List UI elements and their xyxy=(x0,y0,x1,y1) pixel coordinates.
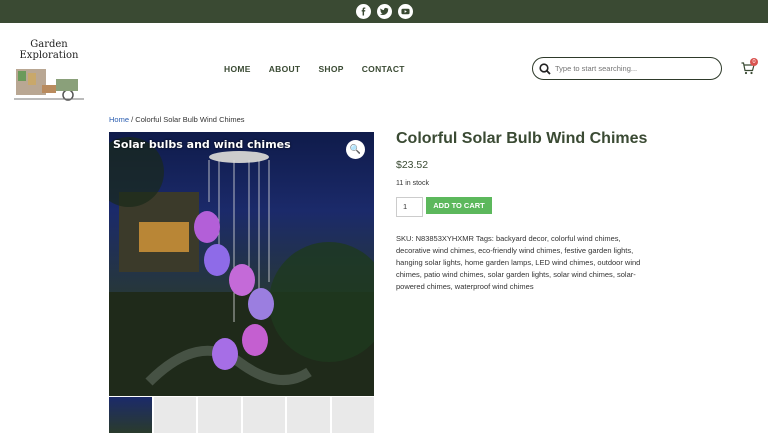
site-header: Garden Exploration HOME ABOUT SHOP CONTA… xyxy=(0,23,768,113)
product-tag-link[interactable]: LED wind chimes xyxy=(535,258,593,267)
thumbnail[interactable] xyxy=(242,397,285,433)
breadcrumb: Home / Colorful Solar Bulb Wind Chimes xyxy=(109,115,245,124)
twitter-icon[interactable] xyxy=(376,4,392,19)
site-logo[interactable]: Garden Exploration xyxy=(12,37,86,103)
product-photo xyxy=(109,137,374,396)
product-tag-link[interactable]: solar wind chimes xyxy=(553,270,613,279)
stock-status: 11 in stock xyxy=(396,180,429,187)
product-tag-link[interactable]: solar garden lights xyxy=(488,270,549,279)
thumbnail[interactable] xyxy=(153,397,196,433)
product-tag-link[interactable]: decorative wind chimes xyxy=(396,246,474,255)
product-tag-link[interactable]: colorful wind chimes xyxy=(551,234,619,243)
nav-home[interactable]: HOME xyxy=(224,64,251,74)
facebook-icon[interactable] xyxy=(355,4,371,19)
image-caption: Solar bulbs and wind chimes xyxy=(113,138,291,151)
tags-label: Tags: xyxy=(475,234,494,243)
thumbnail[interactable] xyxy=(198,397,241,433)
top-bar xyxy=(0,0,768,23)
thumbnail-strip xyxy=(109,397,374,433)
product-tag-link[interactable]: waterproof wind chimes xyxy=(455,282,534,291)
tag-separator: , xyxy=(618,234,621,243)
product-tag-link[interactable]: backyard decor xyxy=(496,234,547,243)
quantity-input[interactable]: 1 xyxy=(396,197,423,217)
cart-count-badge: 0 xyxy=(750,58,758,66)
product-meta: SKU: N83853XYHXMR Tags: backyard decor, … xyxy=(396,233,654,293)
logo-illustration-icon xyxy=(14,69,84,101)
thumbnail[interactable] xyxy=(331,397,374,433)
add-to-cart-button[interactable]: ADD TO CART xyxy=(426,197,492,214)
nav-about[interactable]: ABOUT xyxy=(269,64,301,74)
cart-button[interactable]: 0 xyxy=(741,58,758,76)
product-main-image[interactable]: Solar bulbs and wind chimes 🔍 xyxy=(109,132,374,396)
thumbnail[interactable] xyxy=(109,397,152,433)
nav-shop[interactable]: SHOP xyxy=(318,64,343,74)
product-tag-link[interactable]: home garden lamps xyxy=(465,258,531,267)
product-tag-link[interactable]: eco-friendly wind chimes xyxy=(478,246,560,255)
tag-separator: , xyxy=(631,246,634,255)
search-icon[interactable] xyxy=(539,62,551,75)
product-tag-link[interactable]: patio wind chimes xyxy=(424,270,484,279)
thumbnail[interactable] xyxy=(287,397,330,433)
search-input[interactable] xyxy=(555,64,715,73)
breadcrumb-home[interactable]: Home xyxy=(109,115,129,124)
youtube-icon[interactable] xyxy=(397,4,413,19)
product-tag-link[interactable]: festive garden lights xyxy=(564,246,631,255)
product-tag-link[interactable]: hanging solar lights xyxy=(396,258,461,267)
nav-contact[interactable]: CONTACT xyxy=(362,64,405,74)
sku-label: SKU: xyxy=(396,234,414,243)
zoom-icon[interactable]: 🔍 xyxy=(346,140,365,159)
search-box[interactable] xyxy=(532,57,722,80)
product-price: $23.52 xyxy=(396,159,429,171)
breadcrumb-current: Colorful Solar Bulb Wind Chimes xyxy=(135,115,245,124)
main-nav: HOME ABOUT SHOP CONTACT xyxy=(224,64,405,74)
product-title: Colorful Solar Bulb Wind Chimes xyxy=(396,130,648,147)
sku-value: N83853XYHXMR xyxy=(415,234,474,243)
